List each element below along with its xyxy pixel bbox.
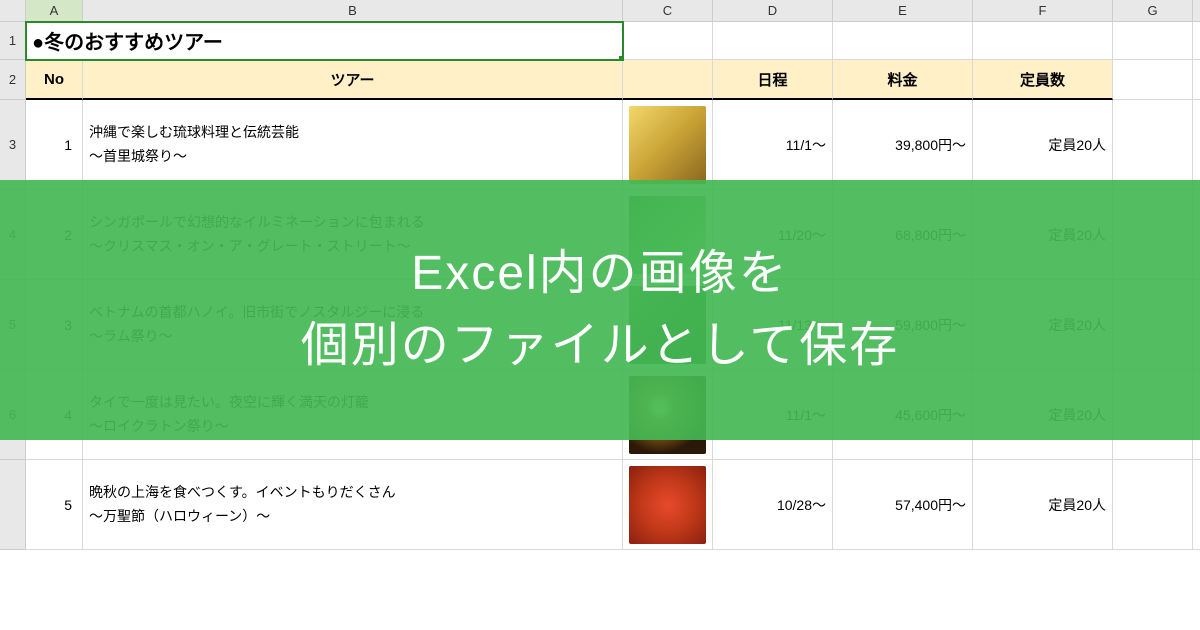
row-header-2[interactable]: 2 [0, 60, 26, 100]
cell-g3[interactable] [1113, 100, 1193, 190]
image-thumbnail[interactable] [629, 106, 706, 184]
col-header-e[interactable]: E [833, 0, 973, 22]
tour-date[interactable]: 11/1～ [713, 100, 833, 190]
col-header-c[interactable]: C [623, 0, 713, 22]
col-header-b[interactable]: B [83, 0, 623, 22]
cell-a1[interactable]: ●冬のおすすめツアー [26, 22, 623, 60]
tour-no[interactable]: 5 [26, 460, 83, 550]
col-header-d[interactable]: D [713, 0, 833, 22]
header-tour[interactable]: ツアー [83, 60, 623, 100]
col-header-g[interactable]: G [1113, 0, 1193, 22]
select-all-corner[interactable] [0, 0, 26, 22]
tour-price[interactable]: 57,400円～ [833, 460, 973, 550]
col-header-h[interactable]: H [1193, 0, 1200, 22]
header-no[interactable]: No [26, 60, 83, 100]
tour-name[interactable]: 沖縄で楽しむ琉球料理と伝統芸能～首里城祭り～ [83, 100, 623, 190]
row-header-7[interactable] [0, 460, 26, 550]
row-header-3[interactable]: 3 [0, 100, 26, 190]
header-image[interactable] [623, 60, 713, 100]
cell-h7[interactable] [1193, 460, 1200, 550]
cell-f1[interactable] [973, 22, 1113, 60]
cell-h3[interactable] [1193, 100, 1200, 190]
tour-price[interactable]: 39,800円～ [833, 100, 973, 190]
row-header-1[interactable]: 1 [0, 22, 26, 60]
tour-capacity[interactable]: 定員20人 [973, 460, 1113, 550]
cell-g2[interactable] [1113, 60, 1193, 100]
tour-image[interactable] [623, 100, 713, 190]
header-price[interactable]: 料金 [833, 60, 973, 100]
cell-d1[interactable] [713, 22, 833, 60]
col-header-f[interactable]: F [973, 0, 1113, 22]
tour-date[interactable]: 10/28～ [713, 460, 833, 550]
tour-name[interactable]: 晩秋の上海を食べつくす。イベントもりだくさん～万聖節（ハロウィーン）～ [83, 460, 623, 550]
tour-capacity[interactable]: 定員20人 [973, 100, 1113, 190]
header-date[interactable]: 日程 [713, 60, 833, 100]
cell-e1[interactable] [833, 22, 973, 60]
page-title: ●冬のおすすめツアー [32, 26, 223, 55]
cell-g1[interactable] [1113, 22, 1193, 60]
col-header-a[interactable]: A [26, 0, 83, 22]
image-thumbnail[interactable] [629, 466, 706, 544]
title-overlay: Excel内の画像を 個別のファイルとして保存 [0, 180, 1200, 440]
tour-no[interactable]: 1 [26, 100, 83, 190]
cell-c1[interactable] [623, 22, 713, 60]
cell-g7[interactable] [1113, 460, 1193, 550]
tour-image[interactable] [623, 460, 713, 550]
header-capacity[interactable]: 定員数 [973, 60, 1113, 100]
cell-h2[interactable] [1193, 60, 1200, 100]
cell-h1[interactable] [1193, 22, 1200, 60]
overlay-line-1: Excel内の画像を [411, 238, 788, 310]
overlay-line-2: 個別のファイルとして保存 [301, 310, 900, 382]
